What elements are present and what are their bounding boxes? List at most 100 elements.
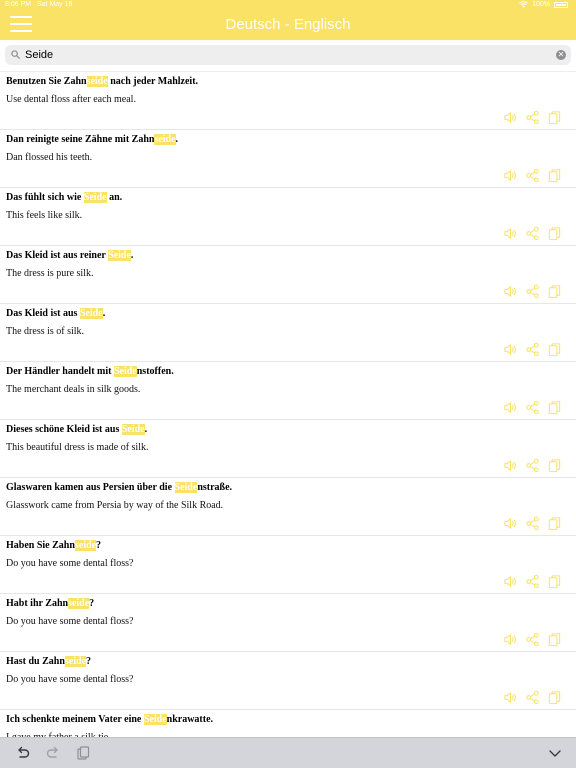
speaker-icon[interactable] [503,516,518,531]
result-row[interactable]: Das Kleid ist aus reiner Seide. The dress… [0,246,576,304]
speaker-icon[interactable] [503,574,518,589]
dismiss-keyboard-button[interactable] [547,745,563,761]
speaker-icon[interactable] [503,168,518,183]
share-icon[interactable] [525,168,540,183]
german-sentence: Das fühlt sich wie Seide an. [6,192,122,203]
german-sentence: Das Kleid ist aus reiner Seide. [6,250,133,261]
result-row[interactable]: Ich schenkte meinem Vater eine Seidenkra… [0,710,576,737]
search-highlight: seide [68,598,90,609]
row-actions [503,458,562,473]
english-translation: Do you have some dental floss? [6,616,134,627]
speaker-icon[interactable] [503,284,518,299]
sentence-text: Das Kleid ist aus reiner [6,250,109,261]
copy-icon[interactable] [547,574,562,589]
german-sentence: Das Kleid ist aus Seide. [6,308,105,319]
sentence-text: nach jeder Mahlzeit. [107,76,199,87]
german-sentence: Dieses schöne Kleid ist aus Seide. [6,424,147,435]
result-row[interactable]: Das Kleid ist aus Seide. The dress is of … [0,304,576,362]
row-actions [503,516,562,531]
sentence-text: nkrawatte. [166,714,214,725]
clear-search-button[interactable]: ✕ [556,50,566,60]
share-icon[interactable] [525,458,540,473]
english-translation: This beautiful dress is made of silk. [6,442,149,453]
row-actions [503,342,562,357]
sentence-text: Dan reinigte seine Zähne mit Zahn [6,134,155,145]
result-row[interactable]: Der Händler handelt mit Seidenstoffen. Th… [0,362,576,420]
share-icon[interactable] [525,574,540,589]
speaker-icon[interactable] [503,632,518,647]
redo-button[interactable] [45,745,61,761]
result-row[interactable]: Habt ihr Zahnseide? Do you have some dent… [0,594,576,652]
share-icon[interactable] [525,342,540,357]
copy-icon[interactable] [547,168,562,183]
battery-percent: 100% [532,1,550,8]
copy-icon[interactable] [547,690,562,705]
speaker-icon[interactable] [503,400,518,415]
share-icon[interactable] [525,110,540,125]
sentence-text: . [175,134,179,145]
english-translation: The dress is of silk. [6,326,85,337]
result-row[interactable]: Dan reinigte seine Zähne mit Zahnseide. D… [0,130,576,188]
result-row[interactable]: Hast du Zahnseide? Do you have some denta… [0,652,576,710]
speaker-icon[interactable] [503,110,518,125]
result-row[interactable]: Glaswaren kamen aus Persien über die Sei… [0,478,576,536]
close-icon: ✕ [557,50,565,59]
german-sentence: Der Händler handelt mit Seidenstoffen. [6,366,174,377]
undo-button[interactable] [15,745,31,761]
german-sentence: Benutzen Sie Zahnseide nach jeder Mahlze… [6,76,198,87]
search-box[interactable]: ✕ [5,45,571,65]
sentence-text: Das fühlt sich wie [6,192,84,203]
results-list: Benutzen Sie Zahnseide nach jeder Mahlze… [0,72,576,737]
sentence-text: ? [89,598,95,609]
result-row[interactable]: Haben Sie Zahnseide? Do you have some den… [0,536,576,594]
sentence-text: nstraße. [197,482,233,493]
speaker-icon[interactable] [503,690,518,705]
speaker-icon[interactable] [503,226,518,241]
sentence-text: . [130,250,134,261]
copy-icon[interactable] [547,342,562,357]
keyboard-toolbar [0,737,576,768]
german-sentence: Dan reinigte seine Zähne mit Zahnseide. [6,134,178,145]
share-icon[interactable] [525,400,540,415]
sentence-text: Benutzen Sie Zahn [6,76,87,87]
sentence-text: Dieses schöne Kleid ist aus [6,424,122,435]
result-row[interactable]: Benutzen Sie Zahnseide nach jeder Mahlze… [0,72,576,130]
share-icon[interactable] [525,226,540,241]
search-highlight: seide [64,656,87,667]
result-row[interactable]: Das fühlt sich wie Seide an. This feels l… [0,188,576,246]
german-sentence: Habt ihr Zahnseide? [6,598,94,609]
sentence-text: Das Kleid ist aus [6,308,80,319]
share-icon[interactable] [525,516,540,531]
wifi-icon [519,1,528,8]
english-translation: The merchant deals in silk goods. [6,384,141,395]
search-input[interactable] [25,47,545,63]
sentence-text: nstoffen. [136,366,174,377]
speaker-icon[interactable] [503,342,518,357]
row-actions [503,226,562,241]
result-row[interactable]: Dieses schöne Kleid ist aus Seide. This b… [0,420,576,478]
copy-icon[interactable] [547,226,562,241]
status-bar: 8:06 PM Sat May 16 100% [0,0,576,10]
redo-icon [46,746,58,758]
share-icon[interactable] [525,632,540,647]
speaker-icon[interactable] [503,458,518,473]
row-actions [503,400,562,415]
search-highlight: seide [86,76,108,87]
share-icon[interactable] [525,690,540,705]
sentence-text: an. [106,192,123,203]
copy-icon[interactable] [547,400,562,415]
search-highlight: Seide [79,308,103,319]
copy-icon[interactable] [547,516,562,531]
nav-bar: Deutsch - Englisch [0,10,576,40]
copy-icon[interactable] [547,632,562,647]
search-highlight: Seide [121,424,145,435]
copy-icon[interactable] [547,110,562,125]
copy-icon[interactable] [547,284,562,299]
share-icon[interactable] [525,284,540,299]
paste-button[interactable] [75,745,91,761]
sentence-text: . [102,308,106,319]
row-actions [503,632,562,647]
copy-icon[interactable] [547,458,562,473]
search-bar: ✕ [0,40,576,72]
search-highlight: Seide [143,714,167,725]
